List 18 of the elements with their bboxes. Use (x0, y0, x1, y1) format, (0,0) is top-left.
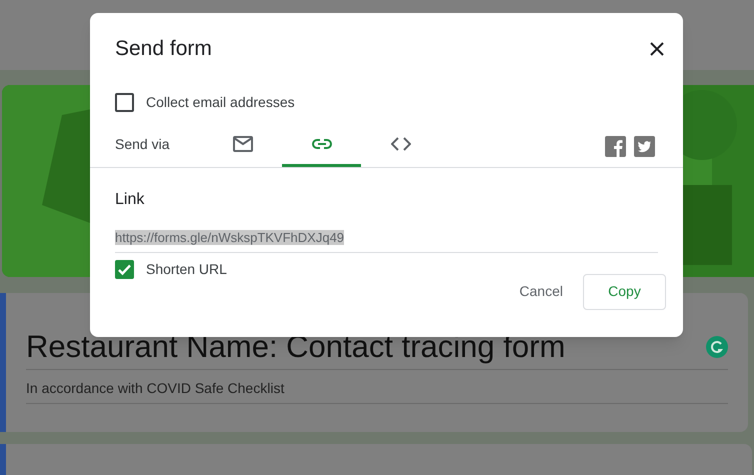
link-heading: Link (115, 190, 146, 210)
form-description[interactable]: In accordance with COVID Safe Checklist (26, 378, 728, 404)
grammar-check-icon[interactable] (706, 336, 728, 358)
checkbox-label: Collect email addresses (146, 92, 295, 112)
send-via-label: Send via (115, 134, 170, 154)
facebook-icon[interactable] (605, 136, 626, 156)
code-brackets-icon (390, 136, 410, 150)
twitter-icon[interactable] (634, 136, 655, 156)
close-icon[interactable] (649, 40, 665, 57)
dialog-title: Send form (115, 36, 212, 62)
cancel-button[interactable]: Cancel (511, 274, 571, 310)
checkbox[interactable] (115, 260, 134, 278)
envelope-icon (232, 136, 252, 152)
link-icon (310, 138, 332, 150)
checkbox[interactable] (115, 92, 134, 112)
url-field[interactable]: https://forms.gle/nWskspTKVFhDXJq49 (115, 226, 658, 252)
copy-button[interactable]: Copy (583, 274, 666, 310)
checkbox-label: Shorten URL (146, 260, 227, 278)
